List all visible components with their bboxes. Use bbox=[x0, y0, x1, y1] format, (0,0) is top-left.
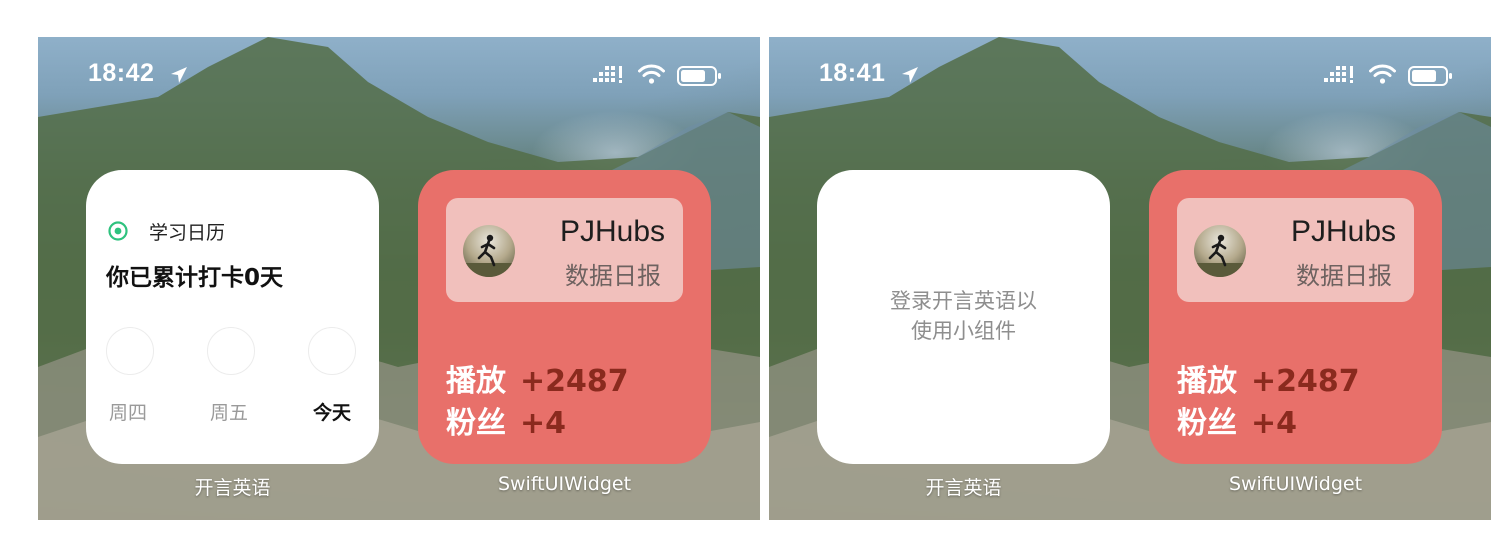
day-circle-friday bbox=[207, 327, 255, 375]
fans-label: 粉丝 bbox=[446, 406, 506, 441]
battery-icon bbox=[1408, 66, 1452, 86]
wifi-icon bbox=[1369, 64, 1396, 84]
location-arrow-icon bbox=[171, 67, 187, 83]
day-circle-today bbox=[308, 327, 356, 375]
battery-icon bbox=[677, 66, 721, 86]
wifi-icon bbox=[638, 64, 665, 84]
plays-row: 播放 +2487 bbox=[446, 356, 629, 400]
streak-text: 你已累计打卡0天 bbox=[106, 265, 284, 291]
app-label-kaiyan: 开言英语 bbox=[925, 477, 1002, 499]
app-label-swiftuiwidget: SwiftUIWidget bbox=[1228, 473, 1363, 495]
plays-label: 播放 bbox=[446, 364, 506, 399]
profile-card: PJHubs 数据日报 bbox=[1177, 198, 1414, 302]
location-arrow-icon bbox=[902, 67, 918, 83]
runner-avatar bbox=[463, 225, 515, 277]
runner-avatar bbox=[1194, 225, 1246, 277]
phone-screen-left: 18:42 学习日历 你已累计打卡0天 周四 周五 今天 PJHubs 数据日报… bbox=[38, 37, 760, 520]
phone-screen-right: 18:41 登录开言英语以 使用小组件 PJHubs 数据日报 播放 +2487… bbox=[769, 37, 1491, 520]
status-time: 18:41 bbox=[819, 59, 886, 87]
fans-value: +4 bbox=[1251, 406, 1298, 441]
day-label-thursday: 周四 bbox=[109, 402, 148, 424]
profile-card: PJHubs 数据日报 bbox=[446, 198, 683, 302]
profile-subtitle: 数据日报 bbox=[565, 262, 661, 290]
day-label-today: 今天 bbox=[313, 402, 352, 424]
app-label-swiftuiwidget: SwiftUIWidget bbox=[497, 473, 632, 495]
stats-widget[interactable]: PJHubs 数据日报 播放 +2487 粉丝 +4 bbox=[418, 170, 711, 464]
plays-value: +2487 bbox=[1251, 364, 1360, 399]
profile-name: PJHubs bbox=[1290, 215, 1396, 248]
plays-value: +2487 bbox=[520, 364, 629, 399]
app-label-kaiyan: 开言英语 bbox=[194, 477, 271, 499]
profile-name: PJHubs bbox=[559, 215, 665, 248]
cellular-signal-icon bbox=[593, 66, 622, 83]
calendar-widget[interactable]: 学习日历 你已累计打卡0天 周四 周五 今天 bbox=[86, 170, 379, 464]
fans-value: +4 bbox=[520, 406, 567, 441]
login-prompt-line-2: 使用小组件 bbox=[911, 319, 1016, 343]
profile-subtitle: 数据日报 bbox=[1296, 262, 1392, 290]
plays-label: 播放 bbox=[1177, 364, 1237, 399]
day-circle-thursday bbox=[106, 327, 154, 375]
calendar-title: 学习日历 bbox=[149, 222, 226, 244]
login-prompt-widget[interactable]: 登录开言英语以 使用小组件 bbox=[817, 170, 1110, 464]
fans-row: 粉丝 +4 bbox=[446, 398, 566, 442]
login-prompt-text: 登录开言英语以 使用小组件 bbox=[817, 286, 1110, 346]
plays-row: 播放 +2487 bbox=[1177, 356, 1360, 400]
fans-row: 粉丝 +4 bbox=[1177, 398, 1297, 442]
stats-widget[interactable]: PJHubs 数据日报 播放 +2487 粉丝 +4 bbox=[1149, 170, 1442, 464]
fans-label: 粉丝 bbox=[1177, 406, 1237, 441]
calendar-target-icon bbox=[108, 221, 128, 241]
day-label-friday: 周五 bbox=[210, 402, 249, 424]
login-prompt-line-1: 登录开言英语以 bbox=[890, 289, 1037, 313]
cellular-signal-icon bbox=[1324, 66, 1353, 83]
status-time: 18:42 bbox=[88, 59, 155, 87]
